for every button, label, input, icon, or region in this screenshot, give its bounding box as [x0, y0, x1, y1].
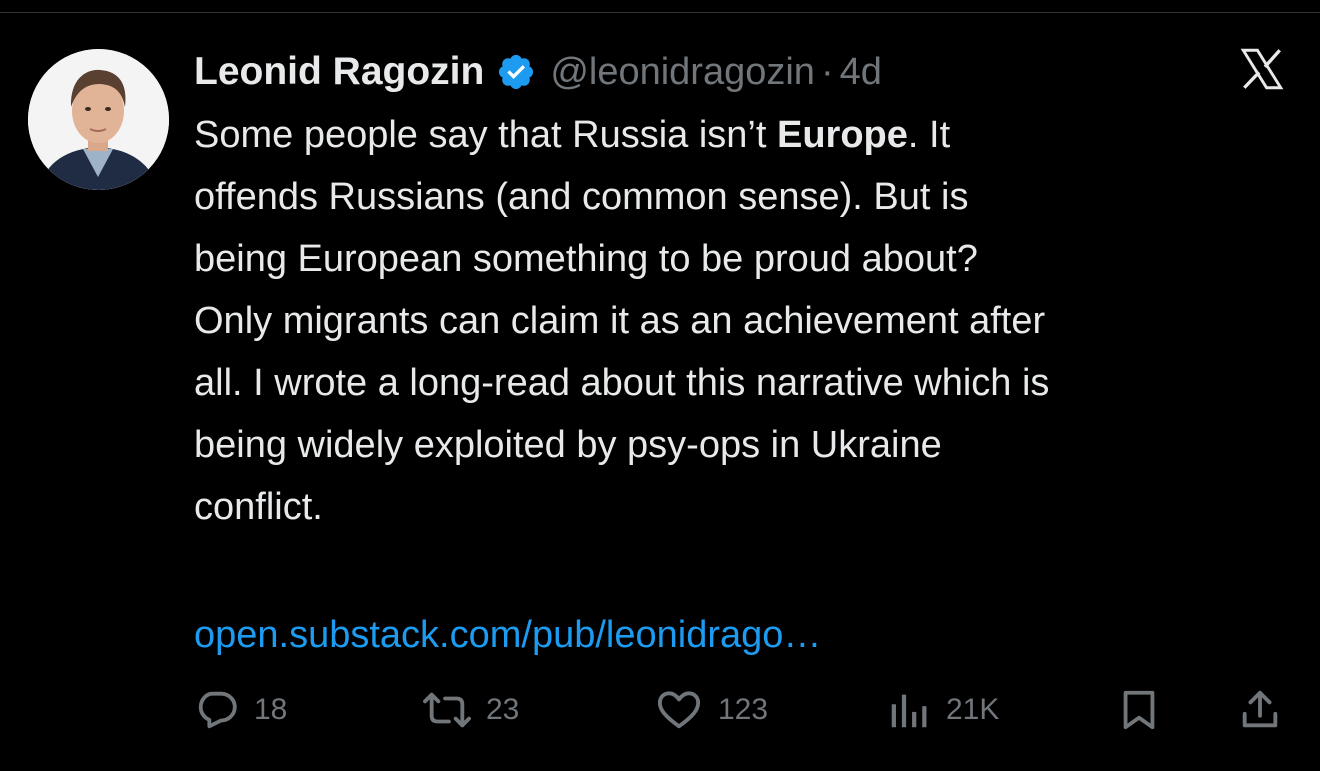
- reply-count: 18: [254, 693, 288, 726]
- tweet-header: Leonid Ragozin @leonidragozin · 4d: [194, 46, 882, 98]
- author-name[interactable]: Leonid Ragozin: [194, 50, 484, 94]
- like-button[interactable]: 123: [654, 680, 768, 740]
- verified-badge-icon[interactable]: [496, 52, 536, 92]
- share-icon: [1242, 690, 1278, 728]
- views-icon: [891, 694, 927, 728]
- tweet-text-part: Some people say that Russia isn’t: [194, 114, 777, 156]
- repost-button[interactable]: 23: [422, 680, 519, 740]
- like-count: 123: [718, 693, 769, 726]
- tweet-text-bold: Europe: [776, 114, 908, 156]
- author-photo: [28, 49, 169, 190]
- separator-dot: ·: [820, 50, 834, 93]
- reply-icon: [198, 691, 237, 729]
- bookmark-icon: [1123, 690, 1155, 730]
- like-icon: [657, 691, 701, 729]
- tweet-text-part: . It offends Russians (and common sense)…: [194, 114, 1050, 528]
- views-count: 21K: [946, 693, 1000, 726]
- tweet-link[interactable]: open.substack.com/pub/leonidrago…: [194, 604, 821, 666]
- repost-count: 23: [486, 693, 520, 726]
- tweet-text: Some people say that Russia isn’t Europe…: [194, 104, 1294, 538]
- reply-button[interactable]: 18: [194, 680, 287, 740]
- author-handle[interactable]: @leonidragozin: [550, 51, 815, 94]
- repost-icon: [423, 692, 471, 728]
- top-divider: [0, 12, 1320, 13]
- share-button[interactable]: [1237, 680, 1283, 740]
- action-bar: 18 23 123 21K: [0, 680, 1320, 740]
- avatar[interactable]: [28, 49, 169, 190]
- post-time[interactable]: 4d: [840, 51, 882, 94]
- bookmark-button[interactable]: [1116, 680, 1162, 740]
- views-button[interactable]: 21K: [886, 680, 999, 740]
- x-logo-icon[interactable]: [1236, 44, 1288, 94]
